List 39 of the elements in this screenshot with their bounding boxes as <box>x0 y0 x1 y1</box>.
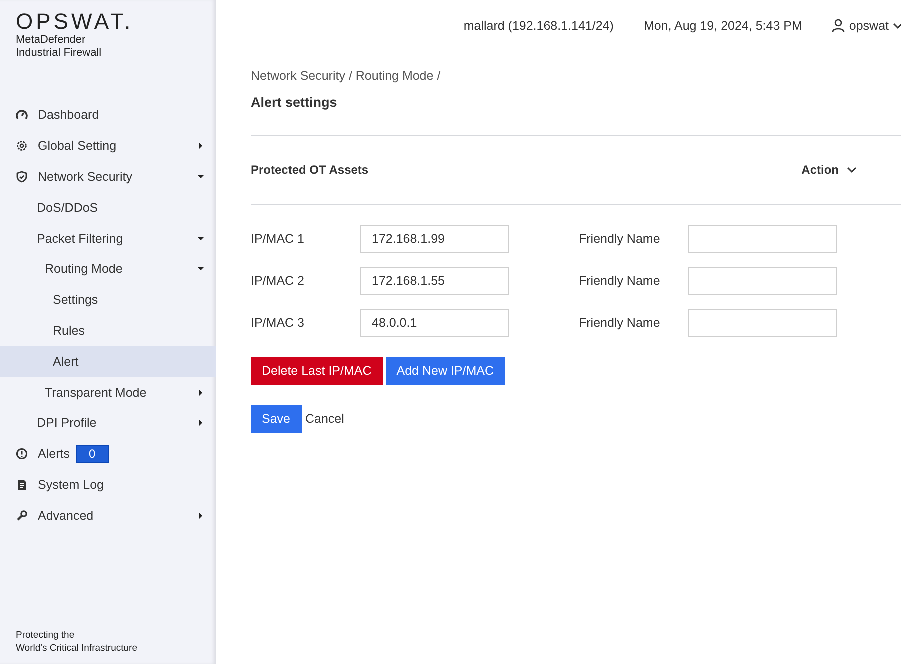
date-time: Mon, Aug 19, 2024, 5:43 PM <box>644 19 802 33</box>
sidebar-item[interactable]: Global Setting <box>0 130 216 162</box>
device-name: mallard (192.168.1.141/24) <box>464 19 614 33</box>
ip-mac-field[interactable]: 48.0.0.1 <box>360 309 509 337</box>
field-label: IP/MAC 3 <box>251 316 306 330</box>
sidebar-item[interactable]: Advanced <box>0 500 216 532</box>
logo: OPSWAT. <box>16 10 135 34</box>
sidebar-item[interactable]: Routing Mode <box>0 254 216 285</box>
sidebar-item[interactable]: Alert <box>0 346 216 378</box>
sidebar-item[interactable]: Packet Filtering <box>0 223 216 254</box>
ip-mac-field[interactable]: 172.168.1.55 <box>360 267 509 295</box>
sidebar-item[interactable]: DoS/DDoS <box>0 192 216 224</box>
sidebar-item[interactable]: Network Security <box>0 162 216 192</box>
field-label: Friendly Name <box>579 232 662 246</box>
add-button[interactable]: Add New IP/MAC <box>386 357 506 385</box>
page-title: Alert settings <box>251 95 338 110</box>
delete-button[interactable]: Delete Last IP/MAC <box>251 357 383 385</box>
field-label: IP/MAC 2 <box>251 274 306 288</box>
user-menu[interactable]: opswat <box>832 19 901 33</box>
section-title: Protected OT Assets <box>251 163 370 177</box>
sidebar-item[interactable]: DPI Profile <box>0 408 216 439</box>
sidebar-label: Alerts <box>38 447 70 462</box>
sidebar-item[interactable]: Rules <box>0 316 216 346</box>
action-dropdown[interactable]: Action <box>802 163 857 177</box>
sidebar-item[interactable]: Settings <box>0 284 216 316</box>
sidebar-item[interactable]: Alerts 0 <box>0 438 216 470</box>
ip-mac-field[interactable]: 172.168.1.99 <box>360 225 509 253</box>
sidebar-item[interactable]: System Log <box>0 470 216 500</box>
product-name: MetaDefender Industrial Firewall <box>16 34 103 60</box>
tagline: Protecting the World's Critical Infrastructure <box>15 629 138 656</box>
field-label: Friendly Name <box>579 274 662 288</box>
cancel-button[interactable]: Cancel <box>306 412 344 426</box>
field-label: IP/MAC 1 <box>251 232 306 246</box>
breadcrumb: Network Security / Routing Mode / <box>251 69 442 83</box>
sidebar-item[interactable]: Dashboard <box>0 100 216 131</box>
field-label: Friendly Name <box>579 316 662 330</box>
sidebar-item[interactable]: Transparent Mode <box>0 377 216 408</box>
save-button[interactable]: Save <box>251 405 302 433</box>
count-badge: 0 <box>76 445 109 464</box>
